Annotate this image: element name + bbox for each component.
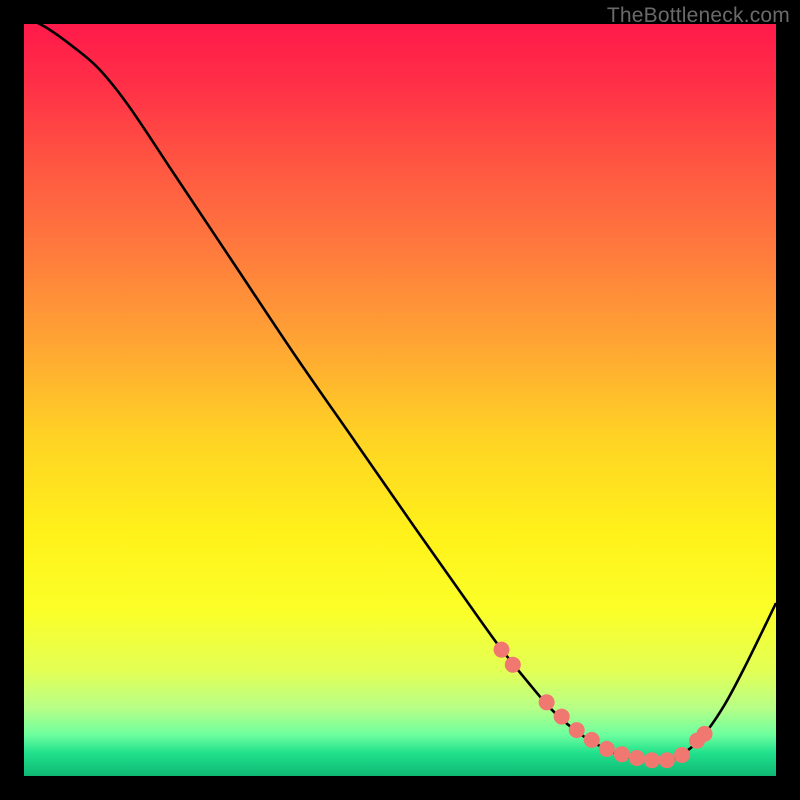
curve-marker (674, 747, 690, 763)
curve-marker (697, 726, 713, 742)
curve-marker (539, 694, 555, 710)
curve-marker (554, 709, 570, 725)
chart-frame (24, 24, 776, 776)
bottleneck-chart (24, 24, 776, 776)
curve-marker (494, 642, 510, 658)
curve-marker (569, 722, 585, 738)
curve-marker (629, 750, 645, 766)
curve-marker (599, 741, 615, 757)
gradient-background (24, 24, 776, 776)
curve-marker (614, 746, 630, 762)
curve-marker (584, 732, 600, 748)
curve-marker (659, 752, 675, 768)
watermark-text: TheBottleneck.com (607, 4, 790, 28)
curve-marker (644, 752, 660, 768)
curve-marker (505, 657, 521, 673)
